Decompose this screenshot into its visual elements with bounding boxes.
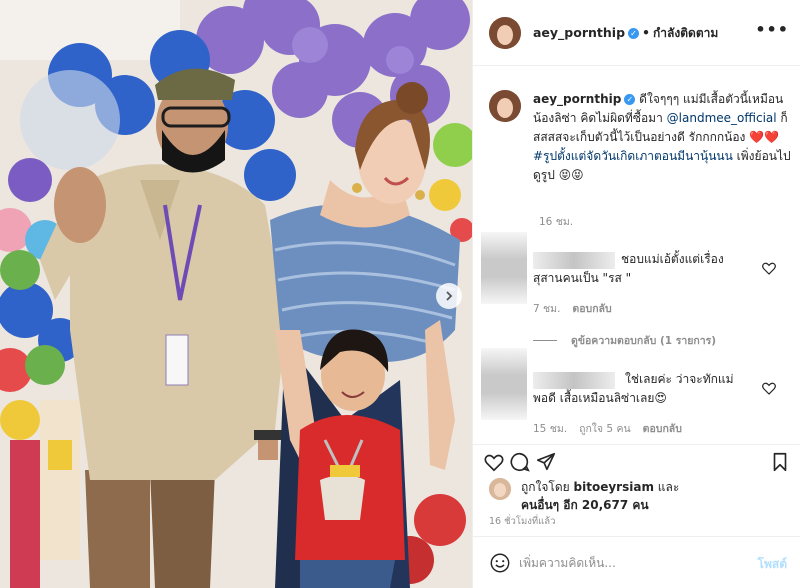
add-comment-bar: โพสต์ — [473, 536, 800, 588]
comment-likes[interactable]: ถูกใจ 5 คน — [579, 423, 631, 435]
caption-text: aey_pornthip ✓ ดีใจๆๆๆ แม่มีเสื้อตัวนี้เห… — [533, 90, 791, 185]
post-side-panel: aey_pornthip ✓ • กำลังติดตาม ••• aey_pornth… — [472, 0, 800, 588]
blurred-avatar — [481, 232, 527, 304]
divider-line — [533, 340, 557, 341]
share-send-icon[interactable] — [535, 451, 557, 473]
verified-badge-icon: ✓ — [624, 94, 636, 105]
avatar[interactable] — [489, 90, 521, 122]
like-heart-icon[interactable] — [483, 451, 505, 473]
following-button[interactable]: กำลังติดตาม — [653, 26, 718, 40]
view-replies-label: ดูข้อความตอบกลับ (1 รายการ) — [571, 335, 717, 347]
blurred-avatar — [481, 348, 527, 420]
post-photo — [0, 0, 472, 588]
post-image — [0, 0, 472, 588]
header-username-row: aey_pornthip ✓ • กำลังติดตาม — [533, 24, 718, 43]
comment-input[interactable] — [519, 551, 739, 575]
more-options-icon[interactable]: ••• — [755, 20, 789, 39]
liker-username[interactable]: bitoeyrsiam — [574, 480, 654, 494]
mention-link[interactable]: @landmee_official — [667, 111, 777, 125]
caption-time: 16 ชม. — [539, 216, 574, 228]
caption-username[interactable]: aey_pornthip — [533, 92, 621, 106]
reply-button[interactable]: ตอบกลับ — [643, 423, 682, 435]
carousel-next-button[interactable] — [436, 283, 462, 309]
likes-conj: และ — [657, 480, 680, 494]
heart-outline-icon[interactable] — [761, 260, 777, 276]
likes-others-button[interactable]: คนอื่นๆ อีก 20,677 คน — [521, 498, 649, 512]
post-timestamp: 16 ชั่วโมงที่แล้ว — [489, 516, 556, 527]
bookmark-save-icon[interactable] — [769, 451, 791, 473]
separator-dot: • — [642, 25, 651, 40]
hashtag-link[interactable]: #รูปตั้งแต่จัดวันเกิดเภาตอนมีนานุ้นนน — [533, 149, 733, 163]
comment-text: ชอบแม่เอ้ตั้งแต่เรื่อง สุสานคนเป็น "รส " — [533, 252, 724, 285]
avatar-image — [489, 17, 521, 49]
comment-time: 7 ชม. — [533, 303, 561, 315]
avatar-image — [489, 90, 521, 122]
avatar-image — [489, 478, 511, 500]
avatar[interactable] — [489, 17, 521, 49]
liker-avatar[interactable] — [489, 478, 511, 500]
likes-prefix: ถูกใจโดย — [521, 480, 570, 494]
emoji-icon[interactable] — [489, 552, 511, 574]
post-comment-button[interactable]: โพสต์ — [758, 555, 787, 574]
comment-bubble-icon[interactable] — [509, 451, 531, 473]
verified-badge-icon: ✓ — [628, 28, 640, 39]
reply-button[interactable]: ตอบกลับ — [572, 303, 611, 315]
post-header: aey_pornthip ✓ • กำลังติดตาม ••• — [473, 0, 800, 66]
likes-text: ถูกใจโดย bitoeyrsiam และ คนอื่นๆ อีก 20,… — [521, 478, 791, 514]
heart-outline-icon[interactable] — [761, 380, 777, 396]
view-replies-button[interactable]: ดูข้อความตอบกลับ (1 รายการ) — [533, 332, 716, 349]
comment-time: 15 ชม. — [533, 423, 568, 435]
comment-meta: 15 ชม. ถูกใจ 5 คน ตอบกลับ — [533, 420, 694, 437]
username-link[interactable]: aey_pornthip — [533, 25, 625, 40]
post-actions — [473, 444, 800, 480]
chevron-right-icon — [446, 291, 453, 301]
comment-meta: 7 ชม. ตอบกลับ — [533, 300, 624, 317]
comment-text: ใช่เลยค่ะ ว่าจะทักแม่พอดี เสื้อเหมือนลิซ… — [533, 372, 734, 405]
